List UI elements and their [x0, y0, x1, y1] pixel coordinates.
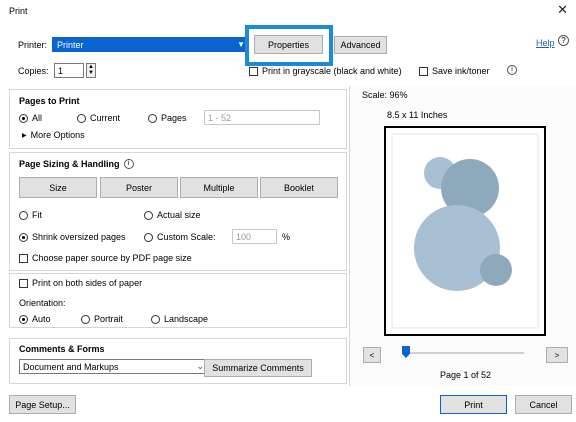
auto-option[interactable]: Auto: [19, 314, 51, 324]
actual-size-radio[interactable]: [144, 210, 153, 220]
comments-select[interactable]: Document and Markups ⌄: [19, 359, 209, 374]
next-page-button[interactable]: >: [546, 347, 568, 363]
printer-select[interactable]: Printer ▼: [52, 37, 249, 52]
portrait-label: Portrait: [94, 314, 124, 324]
grayscale-option[interactable]: Print in grayscale (black and white): [249, 66, 402, 76]
shrink-option[interactable]: Shrink oversized pages: [19, 232, 126, 242]
page-count-text: Page 1 of 52: [440, 370, 492, 380]
pages-all-radio[interactable]: [19, 113, 28, 123]
pages-current-option[interactable]: Current: [77, 113, 120, 123]
percent-label: %: [282, 232, 291, 242]
paper-source-option[interactable]: Choose paper source by PDF page size: [19, 253, 192, 263]
paper-size-text: 8.5 x 11 Inches: [387, 110, 448, 120]
landscape-label: Landscape: [164, 314, 209, 324]
comments-title: Comments & Forms: [19, 344, 105, 354]
more-options-label: More Options: [30, 130, 85, 140]
pages-current-radio[interactable]: [77, 113, 86, 123]
booklet-button[interactable]: Booklet: [260, 177, 338, 198]
shrink-label: Shrink oversized pages: [32, 232, 126, 242]
save-ink-checkbox[interactable]: [419, 66, 428, 76]
page-sizing-panel: Page Sizing & Handling i Size Poster Mul…: [9, 152, 347, 271]
cancel-button[interactable]: Cancel: [515, 395, 572, 414]
chevron-down-icon: ⌄: [196, 361, 204, 371]
actual-size-label: Actual size: [157, 210, 201, 220]
chevron-down-icon: ▼: [237, 40, 245, 49]
pages-range-radio[interactable]: [148, 113, 157, 123]
multiple-button[interactable]: Multiple: [180, 177, 258, 198]
pages-all-label: All: [32, 113, 43, 123]
fit-label: Fit: [32, 210, 42, 220]
help-link[interactable]: Help: [536, 38, 555, 48]
save-ink-label: Save ink/toner: [432, 66, 490, 76]
printer-select-value: Printer: [57, 40, 84, 50]
scale-text: Scale: 96%: [362, 90, 408, 100]
custom-scale-label: Custom Scale:: [157, 232, 216, 242]
more-options-toggle[interactable]: ▶ More Options: [22, 130, 85, 140]
comments-select-value: Document and Markups: [23, 362, 119, 372]
prev-page-button[interactable]: <: [363, 347, 381, 363]
pages-to-print-panel: Pages to Print All Current Pages 1 - 52 …: [9, 89, 347, 149]
triangle-right-icon: ▶: [22, 132, 27, 139]
printer-label: Printer:: [18, 40, 48, 50]
page-preview: [384, 126, 546, 336]
orientation-panel: Print on both sides of paper Orientation…: [9, 273, 347, 328]
both-sides-option[interactable]: Print on both sides of paper: [19, 278, 142, 288]
pages-all-option[interactable]: All: [19, 113, 42, 123]
page-slider-track[interactable]: [404, 352, 524, 354]
summarize-comments-button[interactable]: Summarize Comments: [204, 359, 312, 377]
copies-stepper[interactable]: ▲ ▼: [86, 63, 96, 78]
fit-option[interactable]: Fit: [19, 210, 42, 220]
comments-panel: Comments & Forms Document and Markups ⌄ …: [9, 338, 347, 384]
save-ink-option[interactable]: Save ink/toner: [419, 66, 490, 76]
page-sizing-title: Page Sizing & Handling: [19, 159, 120, 169]
pages-to-print-title: Pages to Print: [19, 96, 80, 106]
page-sizing-header: Page Sizing & Handling i: [19, 159, 134, 169]
pages-range-input[interactable]: 1 - 52: [204, 110, 320, 125]
paper-source-checkbox[interactable]: [19, 253, 28, 263]
print-button[interactable]: Print: [440, 395, 507, 414]
grayscale-checkbox[interactable]: [249, 66, 258, 76]
help-icon[interactable]: ?: [558, 35, 569, 46]
preview-graphic: [391, 133, 539, 329]
preview-circle-bottom: [480, 254, 512, 286]
poster-button[interactable]: Poster: [100, 177, 178, 198]
grayscale-label: Print in grayscale (black and white): [262, 66, 402, 76]
page-setup-button[interactable]: Page Setup...: [9, 395, 76, 414]
copies-input[interactable]: 1: [54, 63, 84, 78]
window-title: Print: [9, 6, 28, 16]
fit-radio[interactable]: [19, 210, 28, 220]
pages-current-label: Current: [90, 113, 121, 123]
both-sides-checkbox[interactable]: [19, 278, 28, 288]
info-icon[interactable]: i: [123, 159, 134, 169]
advanced-button[interactable]: Advanced: [334, 36, 387, 54]
custom-scale-input[interactable]: 100: [232, 229, 277, 244]
portrait-radio[interactable]: [81, 314, 90, 324]
pages-range-option[interactable]: Pages: [148, 113, 187, 123]
auto-label: Auto: [32, 314, 51, 324]
portrait-option[interactable]: Portrait: [81, 314, 123, 324]
both-sides-label: Print on both sides of paper: [32, 278, 143, 288]
size-button[interactable]: Size: [19, 177, 97, 198]
orientation-label: Orientation:: [19, 298, 66, 308]
info-icon[interactable]: i: [507, 65, 517, 75]
auto-radio[interactable]: [19, 314, 28, 324]
shrink-radio[interactable]: [19, 232, 28, 242]
actual-size-option[interactable]: Actual size: [144, 210, 201, 220]
close-icon[interactable]: ✕: [557, 3, 568, 16]
custom-scale-option[interactable]: Custom Scale:: [144, 232, 216, 242]
custom-scale-radio[interactable]: [144, 232, 153, 242]
pages-range-label: Pages: [161, 113, 187, 123]
properties-button[interactable]: Properties: [254, 35, 323, 54]
paper-source-label: Choose paper source by PDF page size: [32, 253, 192, 263]
copies-label: Copies:: [18, 66, 49, 76]
landscape-radio[interactable]: [151, 314, 160, 324]
landscape-option[interactable]: Landscape: [151, 314, 208, 324]
